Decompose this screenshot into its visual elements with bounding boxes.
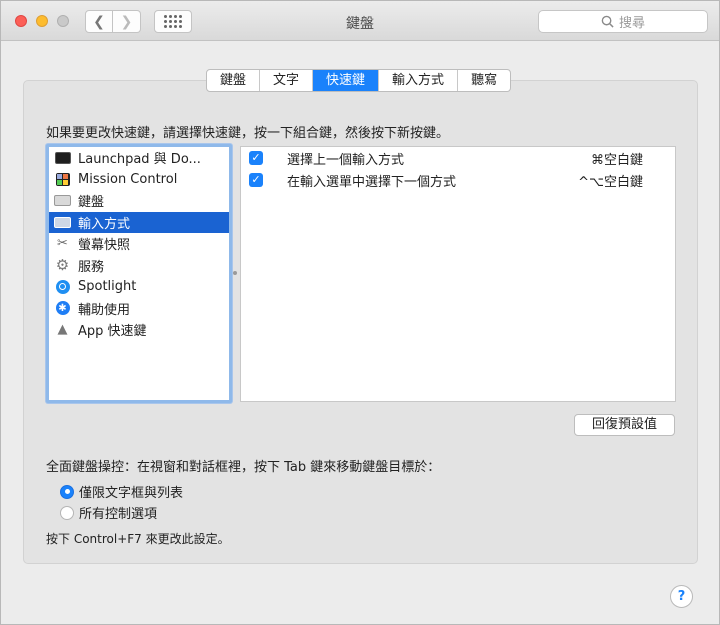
mission-control-icon: [54, 172, 71, 186]
split-view-handle[interactable]: [233, 271, 237, 275]
radio-label: 僅限文字框與列表: [79, 486, 184, 501]
full-keyboard-access-label: 全面鍵盤操控：在視窗和對話框裡，按下 Tab 鍵來移動鍵盤目標於：: [46, 460, 441, 475]
category-keyboard[interactable]: 鍵盤: [49, 190, 229, 212]
category-screenshots[interactable]: ✂ 螢幕快照: [49, 233, 229, 255]
shortcut-key[interactable]: ^⌥空白鍵: [578, 171, 643, 190]
shortcut-row[interactable]: ✓ 選擇上一個輸入方式 ⌘空白鍵: [241, 147, 675, 169]
category-label: Mission Control: [78, 171, 178, 187]
category-services[interactable]: ⚙ 服務: [49, 255, 229, 277]
category-list[interactable]: Launchpad 與 Do... Mission Control 鍵盤 輸入方…: [46, 144, 232, 403]
tab-keyboard[interactable]: 鍵盤: [207, 70, 261, 91]
tab-dictation[interactable]: 聽寫: [458, 70, 510, 91]
title-bar: ❮ ❯ 鍵盤 搜尋: [1, 1, 719, 41]
launchpad-icon: [54, 151, 71, 165]
hint-text: 按下 Control+F7 來更改此設定。: [46, 532, 230, 546]
search-placeholder: 搜尋: [618, 16, 645, 31]
radio-text-boxes-and-lists[interactable]: 僅限文字框與列表: [60, 482, 183, 501]
shortcut-list[interactable]: ✓ 選擇上一個輸入方式 ⌘空白鍵 ✓ 在輸入選單中選擇下一個方式 ^⌥空白鍵: [240, 146, 676, 402]
category-mission-control[interactable]: Mission Control: [49, 169, 229, 191]
category-input-sources[interactable]: 輸入方式: [49, 211, 229, 233]
search-field[interactable]: 搜尋: [538, 10, 708, 33]
shortcut-key[interactable]: ⌘空白鍵: [591, 149, 643, 168]
preferences-window: ❮ ❯ 鍵盤 搜尋 鍵盤 文字 快速鍵 輸入方式 聽寫 如果要更改快速鍵，請選擇…: [0, 0, 720, 625]
category-label: Spotlight: [78, 279, 137, 295]
category-label: 螢幕快照: [78, 238, 131, 254]
search-icon: [601, 15, 614, 28]
help-button[interactable]: ?: [670, 585, 693, 608]
radio-button[interactable]: [60, 505, 74, 520]
category-label: 輔助使用: [78, 302, 131, 318]
accessibility-icon: ✱: [54, 301, 71, 316]
tab-shortcuts[interactable]: 快速鍵: [313, 70, 380, 91]
category-app-shortcuts[interactable]: ▲ App 快速鍵: [49, 319, 229, 341]
category-label: Launchpad 與 Do...: [78, 152, 201, 168]
category-accessibility[interactable]: ✱ 輔助使用: [49, 298, 229, 320]
category-label: 服務: [78, 259, 105, 275]
shortcut-label: 在輸入選單中選擇下一個方式: [287, 174, 457, 190]
shortcut-checkbox[interactable]: ✓: [249, 151, 263, 165]
tab-text[interactable]: 文字: [260, 70, 314, 91]
keyboard-icon: [54, 215, 71, 229]
shortcut-row[interactable]: ✓ 在輸入選單中選擇下一個方式 ^⌥空白鍵: [241, 169, 675, 191]
tab-bar: 鍵盤 文字 快速鍵 輸入方式 聽寫: [206, 69, 512, 92]
shortcut-checkbox[interactable]: ✓: [249, 173, 263, 187]
category-launchpad[interactable]: Launchpad 與 Do...: [49, 147, 229, 169]
radio-all-controls[interactable]: 所有控制選項: [60, 503, 157, 522]
category-label: 輸入方式: [78, 216, 131, 232]
category-spotlight[interactable]: Spotlight: [49, 276, 229, 298]
gear-icon: ⚙: [55, 255, 70, 274]
restore-defaults-button[interactable]: 回復預設值: [574, 414, 675, 436]
tab-input-sources[interactable]: 輸入方式: [379, 70, 459, 91]
spotlight-icon: [54, 279, 71, 294]
instruction-text: 如果要更改快速鍵，請選擇快速鍵，按一下組合鍵，然後按下新按鍵。: [46, 126, 450, 141]
radio-button-selected[interactable]: [60, 484, 74, 499]
keyboard-icon: [54, 194, 71, 208]
shortcut-label: 選擇上一個輸入方式: [287, 152, 405, 168]
category-label: 鍵盤: [78, 195, 105, 211]
app-shortcuts-icon: ▲: [57, 322, 68, 338]
radio-label: 所有控制選項: [79, 507, 158, 522]
category-label: App 快速鍵: [78, 324, 147, 340]
screenshot-icon: ✂: [57, 236, 68, 252]
